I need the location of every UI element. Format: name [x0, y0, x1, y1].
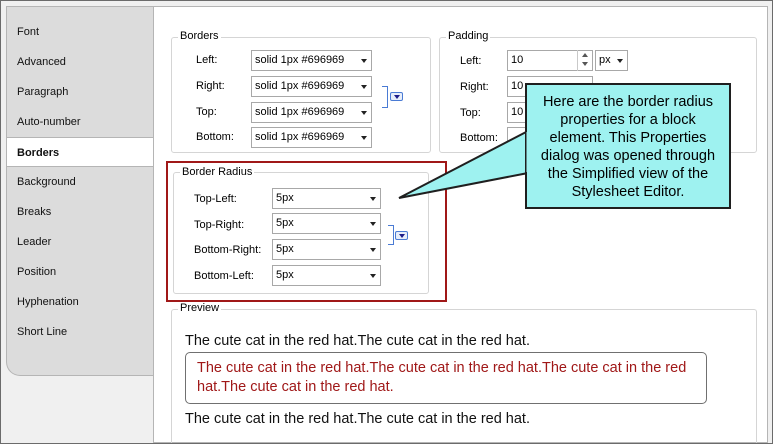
properties-dialog: Font Advanced Paragraph Auto-number Bord… [0, 0, 773, 444]
callout-pointer-joint [526, 132, 530, 172]
